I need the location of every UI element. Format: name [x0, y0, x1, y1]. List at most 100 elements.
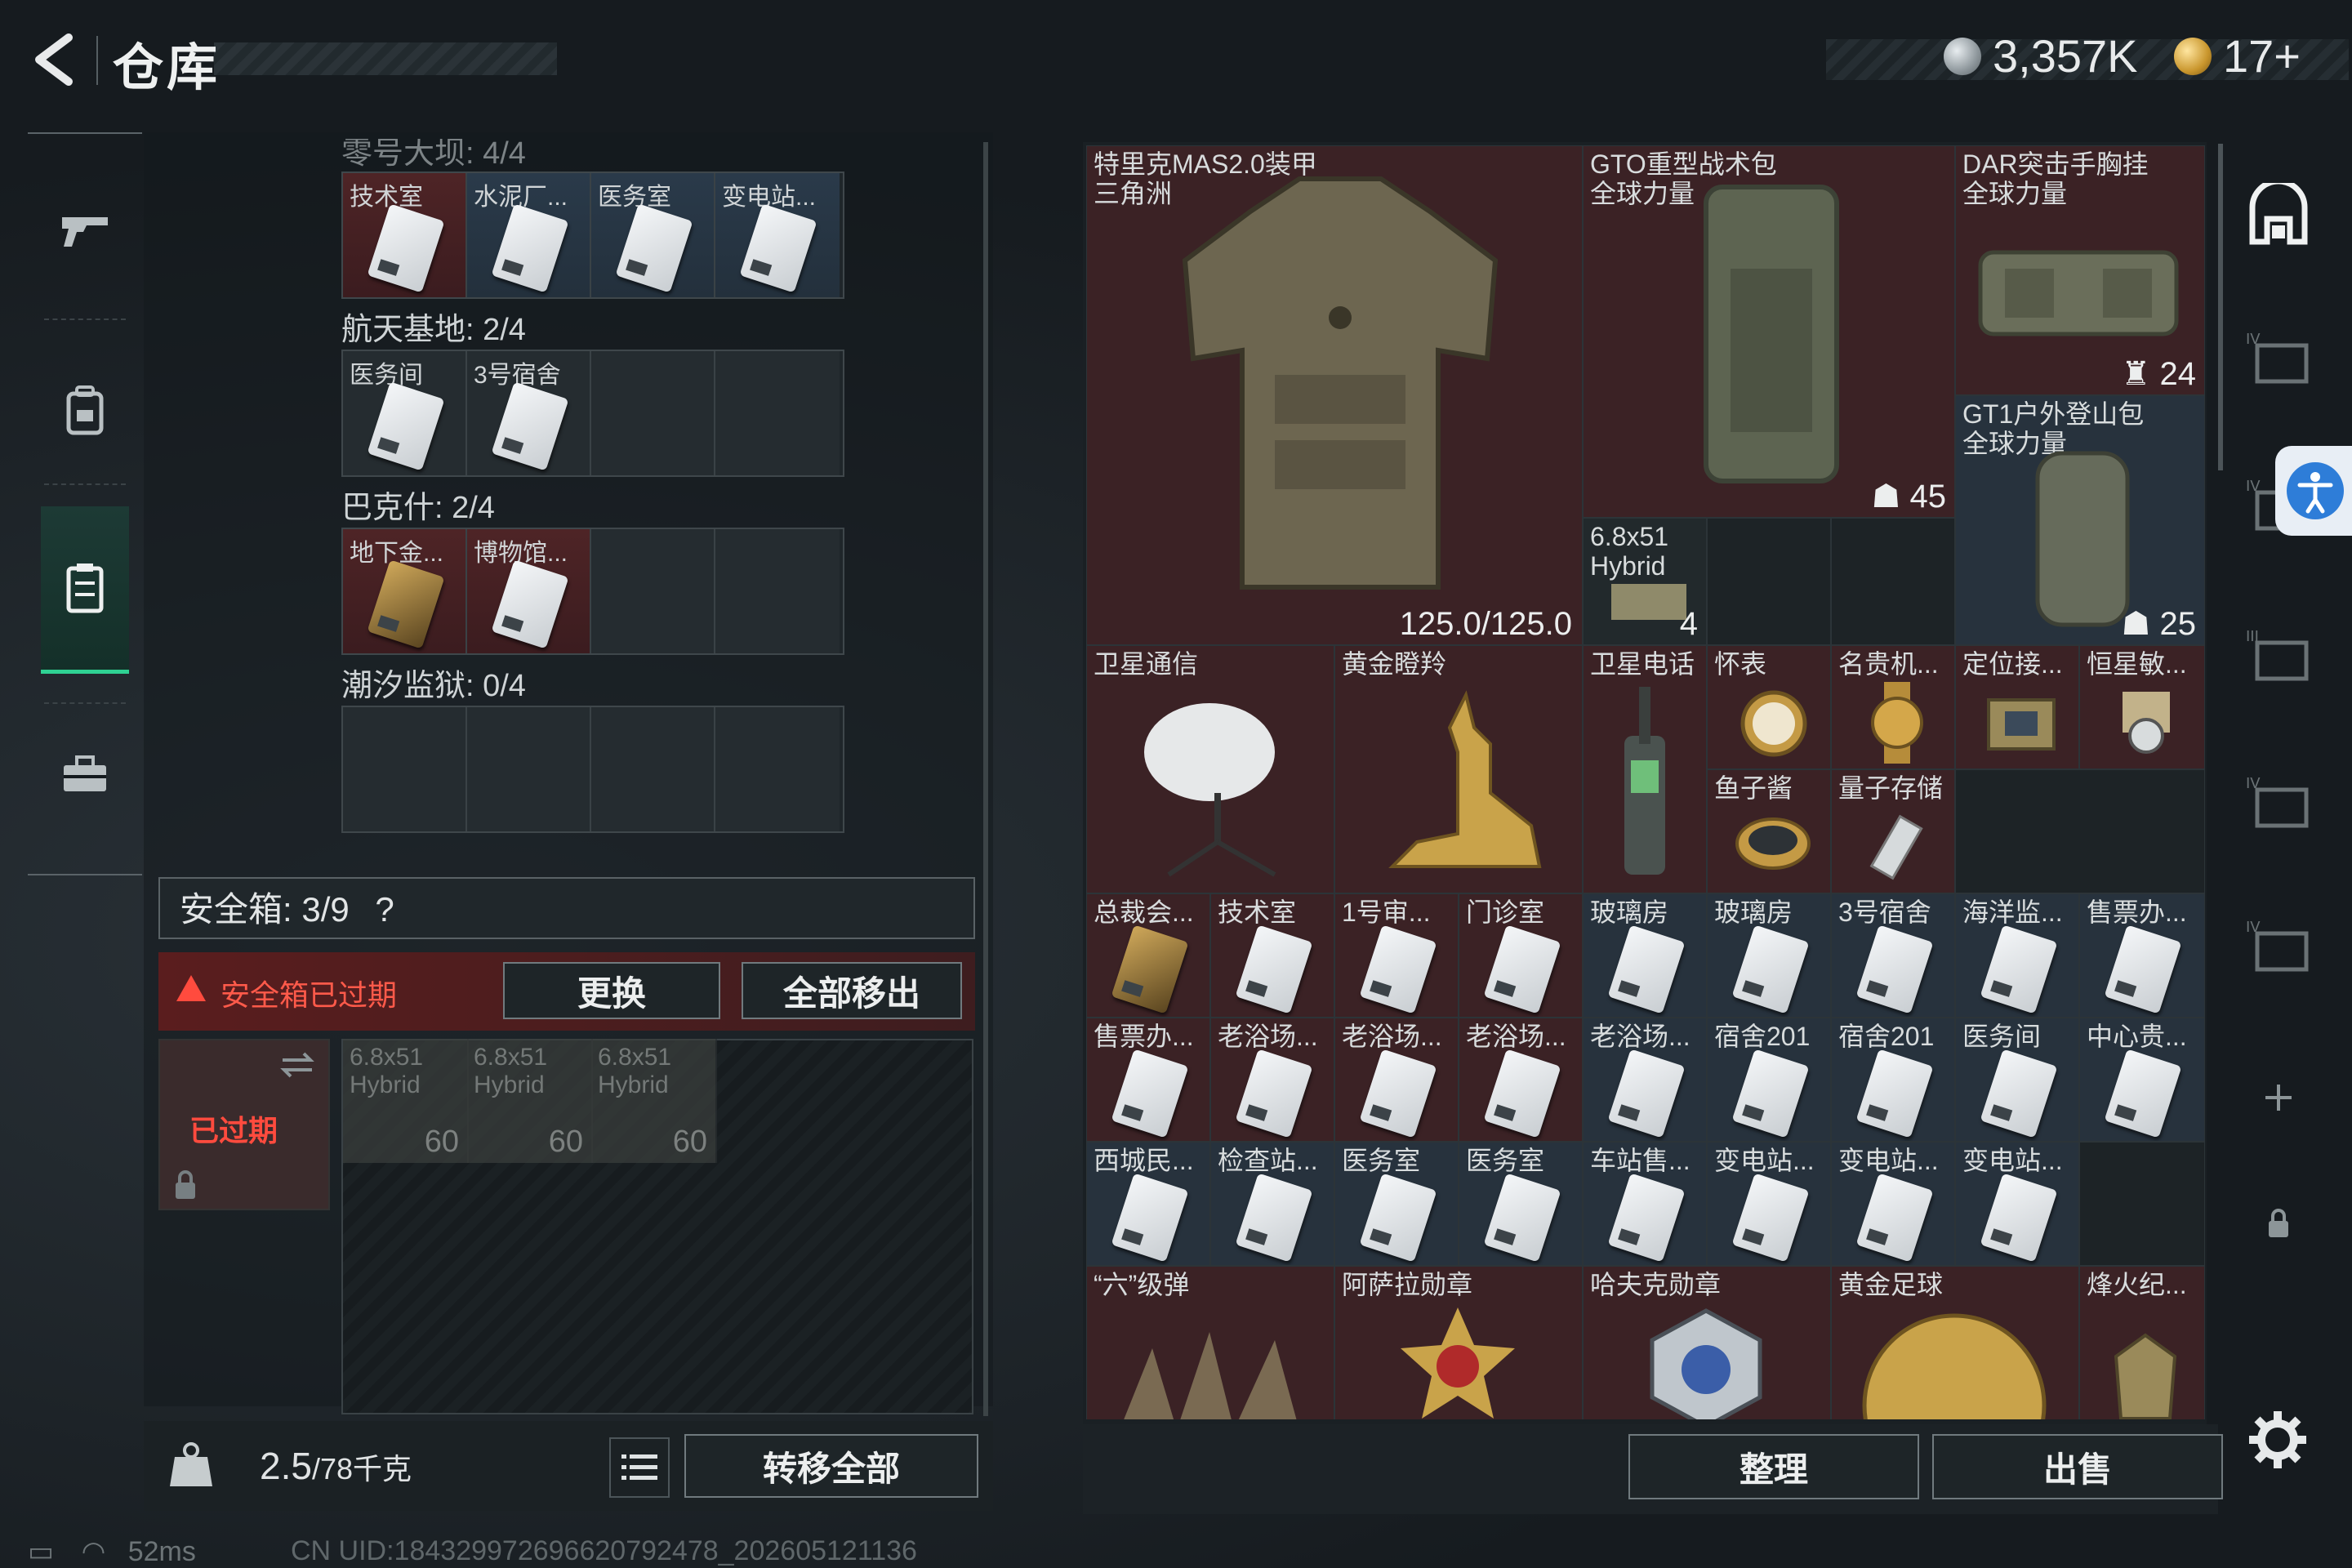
keycard-item[interactable]: 海洋监... [1955, 893, 2079, 1018]
empty-slot[interactable] [715, 351, 840, 475]
keycard-slot[interactable]: 医务间 [343, 351, 467, 475]
empty-slot[interactable] [591, 529, 715, 653]
backpack-category-button[interactable] [41, 366, 129, 454]
keycard-item[interactable]: 技术室 [1210, 893, 1334, 1018]
left-scrollbar[interactable] [983, 142, 988, 1416]
empty-cell[interactable] [2079, 1142, 2205, 1266]
safe-box-header: 安全箱: 3/9 ? [158, 877, 975, 939]
storage-tab-5[interactable]: IV [2246, 915, 2311, 980]
keycard-item[interactable]: 3号宿舍 [1831, 893, 1955, 1018]
caviar-item[interactable]: 鱼子酱 [1707, 769, 1831, 893]
keycard-item[interactable]: 变电站... [1707, 1142, 1831, 1266]
asala-medal-item[interactable]: 阿萨拉勋章 [1334, 1266, 1583, 1419]
gun-category-button[interactable] [41, 186, 129, 274]
keycard-item[interactable]: 变电站... [1831, 1142, 1955, 1266]
list-view-button[interactable] [609, 1437, 670, 1498]
ammo-slot[interactable]: 6.8x51 Hybrid 60 [343, 1039, 469, 1163]
ammo-slot[interactable]: 6.8x51 Hybrid 60 [591, 1039, 717, 1163]
keycard-slot[interactable]: 技术室 [343, 173, 467, 297]
keycard-item[interactable]: 老浴场... [1210, 1018, 1334, 1142]
keycard-item[interactable]: 玻璃房 [1583, 893, 1707, 1018]
add-storage-button[interactable] [2246, 1065, 2311, 1130]
keycard-item[interactable]: 老浴场... [1583, 1018, 1707, 1142]
locator-item[interactable]: 定位接... [1955, 645, 2079, 769]
storage-tab-4[interactable]: IV [2246, 771, 2311, 836]
keycard-item[interactable]: 售票办... [2079, 893, 2205, 1018]
storage-tab-3[interactable]: III [2246, 624, 2311, 689]
dar-rig-item[interactable]: DAR突击手胸挂 全球力量 ♜ 24 [1955, 145, 2205, 395]
keycard-item[interactable]: 老浴场... [1334, 1018, 1459, 1142]
silver-currency[interactable]: 3,357K [1944, 29, 2138, 82]
empty-cell[interactable] [1707, 518, 1831, 645]
keycard-item[interactable]: 宿舍201 [1707, 1018, 1831, 1142]
ping-value: 52ms [127, 1536, 196, 1567]
star-sensor-item[interactable]: 恒星敏... [2079, 645, 2205, 769]
right-scrollbar[interactable] [2218, 144, 2223, 470]
keycard-item[interactable]: 医务室 [1459, 1142, 1583, 1266]
beacon-memorial-item[interactable]: 烽火纪... [2079, 1266, 2205, 1419]
gt1-bag-item[interactable]: GT1户外登山包 全球力量 ☗ 25 [1955, 395, 2205, 645]
organize-button[interactable]: 整理 [1628, 1434, 1919, 1499]
gold-currency[interactable]: 17+ [2174, 29, 2301, 82]
keycard-slot[interactable]: 博物馆... [467, 529, 591, 653]
satellite-phone-item[interactable]: 卫星电话 [1583, 645, 1707, 893]
sidebar-separator [44, 318, 126, 320]
keycard-item[interactable]: 医务室 [1334, 1142, 1459, 1266]
remove-all-button[interactable]: 全部移出 [742, 962, 962, 1019]
lock-storage-button[interactable] [2246, 1191, 2311, 1256]
keycard-item[interactable]: 宿舍201 [1831, 1018, 1955, 1142]
accessibility-button[interactable] [2287, 462, 2344, 519]
keycard-item[interactable]: 总裁会... [1086, 893, 1210, 1018]
ammo-six-item[interactable]: “六”级弹 [1086, 1266, 1334, 1419]
item-label: 黄金瞪羚 [1342, 649, 1447, 679]
back-arrow-icon[interactable] [24, 31, 82, 88]
locker-category-button[interactable] [41, 506, 129, 674]
keycard-item[interactable]: 西城民... [1086, 1142, 1210, 1266]
haavk-medal-item[interactable]: 哈夫克勋章 [1583, 1266, 1831, 1419]
keycard-item[interactable]: 变电站... [1955, 1142, 2079, 1266]
empty-cell[interactable] [1831, 518, 1955, 645]
settings-gear-icon[interactable] [2247, 1410, 2308, 1470]
keycard-slot[interactable]: 水泥厂... [467, 173, 591, 297]
transfer-all-button[interactable]: 转移全部 [684, 1434, 978, 1498]
keycard-slot[interactable]: 医务室 [591, 173, 715, 297]
empty-slot[interactable] [343, 707, 467, 831]
sell-button[interactable]: 出售 [1932, 1434, 2223, 1499]
item-label: 量子存储 [1838, 773, 1944, 803]
keycard-item[interactable]: 中心贵... [2079, 1018, 2205, 1142]
keycard-slot[interactable]: 地下金... [343, 529, 467, 653]
keycard-label: 医务间 [350, 362, 423, 389]
empty-cell[interactable] [1955, 769, 2205, 893]
warehouse-tab[interactable] [2246, 181, 2311, 247]
satellite-comm-item[interactable]: 卫星通信 [1086, 645, 1334, 893]
keycard-item[interactable]: 玻璃房 [1707, 893, 1831, 1018]
gold-football-item[interactable]: 黄金足球 [1831, 1266, 2079, 1419]
gold-gazelle-item[interactable]: 黄金瞪羚 [1334, 645, 1583, 893]
keycard-item[interactable]: 检查站... [1210, 1142, 1334, 1266]
keycard-item[interactable]: 老浴场... [1459, 1018, 1583, 1142]
luxury-watch-item[interactable]: 名贵机... [1831, 645, 1955, 769]
armor-item[interactable]: 特里克MAS2.0装甲 三角洲 125.0/125.0 [1086, 145, 1583, 645]
gto-bag-item[interactable]: GTO重型战术包 全球力量 ☗ 45 [1583, 145, 1955, 518]
help-icon[interactable]: ? [375, 890, 394, 929]
keycard-item[interactable]: 门诊室 [1459, 893, 1583, 1018]
keycard-item[interactable]: 医务间 [1955, 1018, 2079, 1142]
replace-button[interactable]: 更换 [503, 962, 720, 1019]
pocket-watch-item[interactable]: 怀表 [1707, 645, 1831, 769]
keycard-item[interactable]: 售票办... [1086, 1018, 1210, 1142]
toolbox-category-button[interactable] [41, 730, 129, 818]
keycard-item[interactable]: 车站售... [1583, 1142, 1707, 1266]
empty-slot[interactable] [591, 707, 715, 831]
empty-slot[interactable] [715, 529, 840, 653]
item-label: 售票办... [1094, 1022, 1194, 1051]
storage-tab-1[interactable]: IV [2246, 327, 2311, 392]
keycard-slot[interactable]: 变电站... [715, 173, 840, 297]
keycard-slot[interactable]: 3号宿舍 [467, 351, 591, 475]
ammo-item[interactable]: 6.8x51 Hybrid 4 [1583, 518, 1707, 645]
keycard-item[interactable]: 1号审... [1334, 893, 1459, 1018]
empty-slot[interactable] [591, 351, 715, 475]
empty-slot[interactable] [467, 707, 591, 831]
quantum-storage-item[interactable]: 量子存储 [1831, 769, 1955, 893]
empty-slot[interactable] [715, 707, 840, 831]
ammo-slot[interactable]: 6.8x51 Hybrid 60 [467, 1039, 593, 1163]
